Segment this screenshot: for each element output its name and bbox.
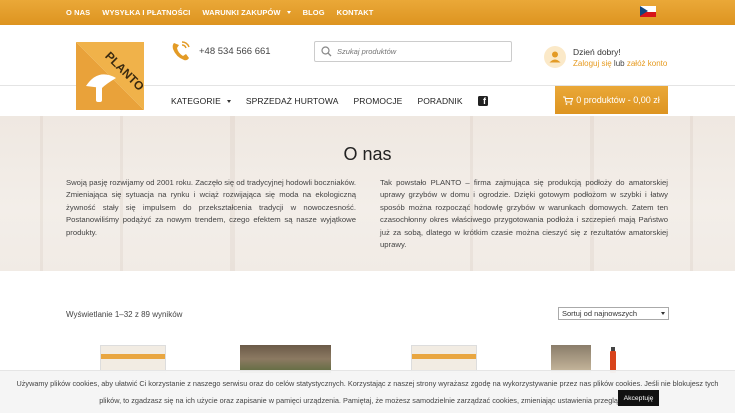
- top-nav-label: BLOG: [302, 8, 325, 17]
- top-nav-kontakt[interactable]: KONTAKT: [337, 8, 374, 17]
- facebook-icon: f: [477, 96, 488, 106]
- top-nav-label: WARUNKI ZAKUPÓW: [202, 8, 281, 17]
- cart-label: 0 produktów - 0,00 zł: [576, 95, 660, 105]
- nav-sprzedaz-hurtowa[interactable]: SPRZEDAŻ HURTOWA: [246, 96, 339, 106]
- nav-label: KATEGORIE: [171, 96, 221, 106]
- about-paragraph-right: Tak powstało PLANTO – firma zajmująca si…: [380, 178, 668, 250]
- cart-icon: [563, 96, 574, 105]
- hero-background: [40, 116, 43, 271]
- page-title: O nas: [343, 144, 392, 164]
- product-image[interactable]: [608, 345, 618, 373]
- chevron-down-icon: [286, 11, 291, 14]
- chevron-down-icon: [226, 99, 231, 103]
- top-nav-label: WYSYŁKA I PŁATNOŚCI: [102, 8, 191, 17]
- hero-background: [690, 116, 693, 271]
- top-bar: O NAS WYSYŁKA I PŁATNOŚCI WARUNKI ZAKUPÓ…: [0, 0, 735, 25]
- chevron-down-icon: [661, 312, 665, 315]
- top-nav-label: O NAS: [66, 8, 91, 17]
- register-link[interactable]: załóż konto: [627, 59, 667, 68]
- top-nav-warunki[interactable]: WARUNKI ZAKUPÓW: [202, 8, 291, 17]
- package-band: [412, 354, 476, 359]
- nav-promocje[interactable]: PROMOCJE: [353, 96, 402, 106]
- product-image[interactable]: [100, 345, 166, 373]
- product-image[interactable]: [411, 345, 477, 373]
- sort-select[interactable]: Sortuj od najnowszych: [558, 307, 669, 320]
- nav-poradnik[interactable]: PORADNIK: [417, 96, 462, 106]
- product-image[interactable]: [240, 345, 331, 373]
- logo-graphic: PLANTO: [76, 42, 147, 110]
- cookie-accept-button[interactable]: Akceptuję: [618, 390, 659, 406]
- login-link[interactable]: Zaloguj się: [573, 59, 612, 68]
- top-nav-blog[interactable]: BLOG: [303, 8, 325, 17]
- top-nav-wysylka[interactable]: WYSYŁKA I PŁATNOŚCI: [102, 8, 190, 17]
- sort-selected-value: Sortuj od najnowszych: [562, 309, 638, 318]
- account-links: Zaloguj się lub załóż konto: [573, 59, 667, 68]
- search-box[interactable]: [314, 41, 512, 62]
- top-nav: O NAS WYSYŁKA I PŁATNOŚCI WARUNKI ZAKUPÓ…: [66, 0, 385, 25]
- or-text: lub: [613, 59, 625, 68]
- phone-number[interactable]: +48 534 566 661: [199, 46, 271, 57]
- product-image[interactable]: [551, 345, 591, 373]
- nav-label: SPRZEDAŻ HURTOWA: [245, 96, 339, 106]
- czech-flag-icon[interactable]: [640, 6, 656, 17]
- facebook-link[interactable]: f: [477, 96, 488, 106]
- package-band: [101, 354, 165, 359]
- greeting-text: Dzień dobry!: [573, 47, 621, 57]
- search-icon: [321, 46, 332, 57]
- about-hero: O nas Swoją pasję rozwijamy od 2001 roku…: [0, 116, 735, 271]
- about-paragraph-left: Swoją pasję rozwijamy od 2001 roku. Zacz…: [66, 178, 356, 237]
- nav-kategorie[interactable]: KATEGORIE: [171, 96, 231, 106]
- phone-icon: [171, 40, 191, 62]
- cart-button[interactable]: 0 produktów - 0,00 zł: [555, 86, 668, 114]
- results-count: Wyświetlanie 1–32 z 89 wyników: [66, 310, 183, 319]
- nav-label: PROMOCJE: [353, 96, 403, 106]
- nav-label: PORADNIK: [417, 96, 463, 106]
- top-nav-o-nas[interactable]: O NAS: [66, 8, 90, 17]
- top-nav-label: KONTAKT: [336, 8, 374, 17]
- cookie-text: Używamy plików cookies, aby ułatwić Ci k…: [16, 379, 719, 405]
- planto-logo[interactable]: PLANTO: [76, 42, 147, 110]
- flag-blue: [640, 6, 648, 16]
- user-avatar-icon: [544, 46, 566, 68]
- main-nav-items: KATEGORIE SPRZEDAŻ HURTOWA PROMOCJE PORA…: [171, 86, 503, 116]
- search-input[interactable]: [337, 47, 497, 56]
